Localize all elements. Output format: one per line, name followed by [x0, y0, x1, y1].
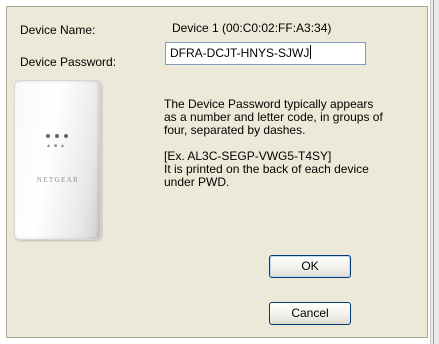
device-password-value: DFRA-DCJT-HNYS-SJWJ	[170, 46, 310, 60]
info-line-3: four, separated by dashes.	[164, 123, 306, 137]
powerline-adapter-image: ▲■▲ NETGEAR	[14, 80, 101, 240]
window-right-edge-line	[433, 0, 434, 344]
device-password-input[interactable]: DFRA-DCJT-HNYS-SJWJ	[165, 42, 366, 65]
power-led-icon	[46, 134, 50, 138]
powerline-led-icon	[64, 134, 68, 138]
device-password-dialog: Device Name: Device 1 (00:C0:02:FF:A3:34…	[0, 0, 439, 344]
ethernet-led-icon	[55, 134, 59, 138]
device-password-label: Device Password:	[20, 55, 117, 69]
window-right-edge	[430, 0, 439, 344]
led-label-icons: ▲■▲	[46, 143, 68, 149]
device-name-value: Device 1 (00:C0:02:FF:A3:34)	[172, 21, 332, 35]
cancel-button[interactable]: Cancel	[269, 302, 351, 325]
ok-button[interactable]: OK	[269, 255, 351, 278]
device-name-label: Device Name:	[20, 23, 96, 37]
text-caret	[310, 45, 312, 59]
brand-logo: NETGEAR	[36, 176, 80, 184]
info-line-6: under PWD.	[164, 175, 230, 189]
